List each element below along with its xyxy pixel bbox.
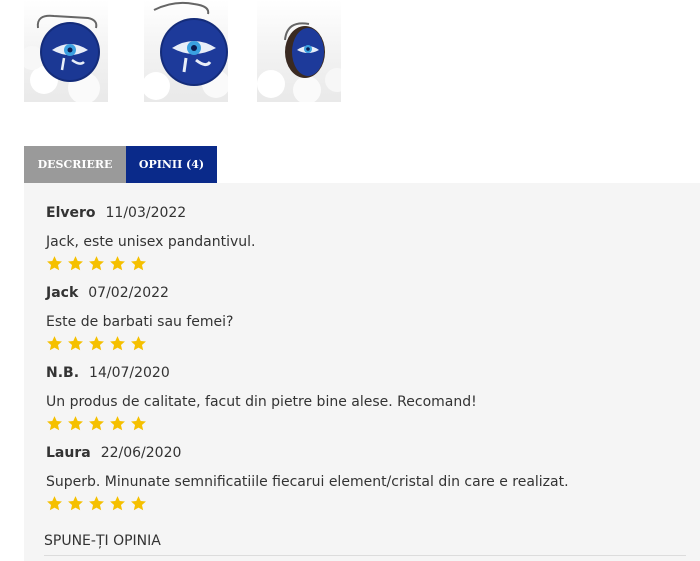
star-rating [46,495,686,515]
star-icon [110,416,125,431]
star-icon [68,496,83,511]
star-icon [131,416,146,431]
star-icon [89,416,104,431]
review-item: N.B. 14/07/2020 Un produs de calitate, fa… [46,363,686,435]
star-rating [46,335,686,355]
star-icon [131,336,146,351]
review-text: Un produs de calitate, facut din pietre … [46,394,477,410]
review-author: Laura [46,445,91,461]
review-item: Elvero 11/03/2022 Jack, este unisex panda… [46,203,686,275]
product-thumbnail-1[interactable] [24,0,108,102]
star-icon [110,256,125,271]
reviews-panel: Elvero 11/03/2022 Jack, este unisex panda… [24,183,700,561]
star-icon [47,336,62,351]
star-icon [47,496,62,511]
star-rating [46,255,686,275]
review-author: Elvero [46,205,96,221]
review-item: Laura 22/06/2020 Superb. Minunate semnifi… [46,443,686,515]
review-text: Superb. Minunate semnificatiile fiecarui… [46,474,569,490]
review-date: 07/02/2022 [88,285,169,301]
product-thumbnail-2[interactable] [144,0,228,102]
review-text: Este de barbati sau femei? [46,314,234,330]
star-icon [131,256,146,271]
star-icon [110,336,125,351]
star-icon [89,336,104,351]
review-date: 14/07/2020 [89,365,170,381]
star-icon [110,496,125,511]
review-author: Jack [46,285,79,301]
star-rating [46,415,686,435]
tab-description[interactable]: DESCRIERE [24,146,126,183]
star-icon [68,336,83,351]
star-icon [68,416,83,431]
star-icon [68,256,83,271]
review-item: Jack 07/02/2022 Este de barbati sau femei… [46,283,686,355]
star-icon [47,416,62,431]
tab-reviews[interactable]: OPINII (4) [126,146,217,183]
star-icon [89,256,104,271]
review-text: Jack, este unisex pandantivul. [46,234,256,250]
star-icon [47,256,62,271]
review-date: 11/03/2022 [105,205,187,221]
write-review-link[interactable]: SPUNE-ȚI OPINIA [44,533,161,549]
review-author: N.B. [46,365,80,381]
star-icon [89,496,104,511]
product-thumbnail-3[interactable] [257,0,341,102]
divider [44,555,686,556]
review-date: 22/06/2020 [100,445,182,461]
product-gallery [24,0,364,102]
star-icon [131,496,146,511]
